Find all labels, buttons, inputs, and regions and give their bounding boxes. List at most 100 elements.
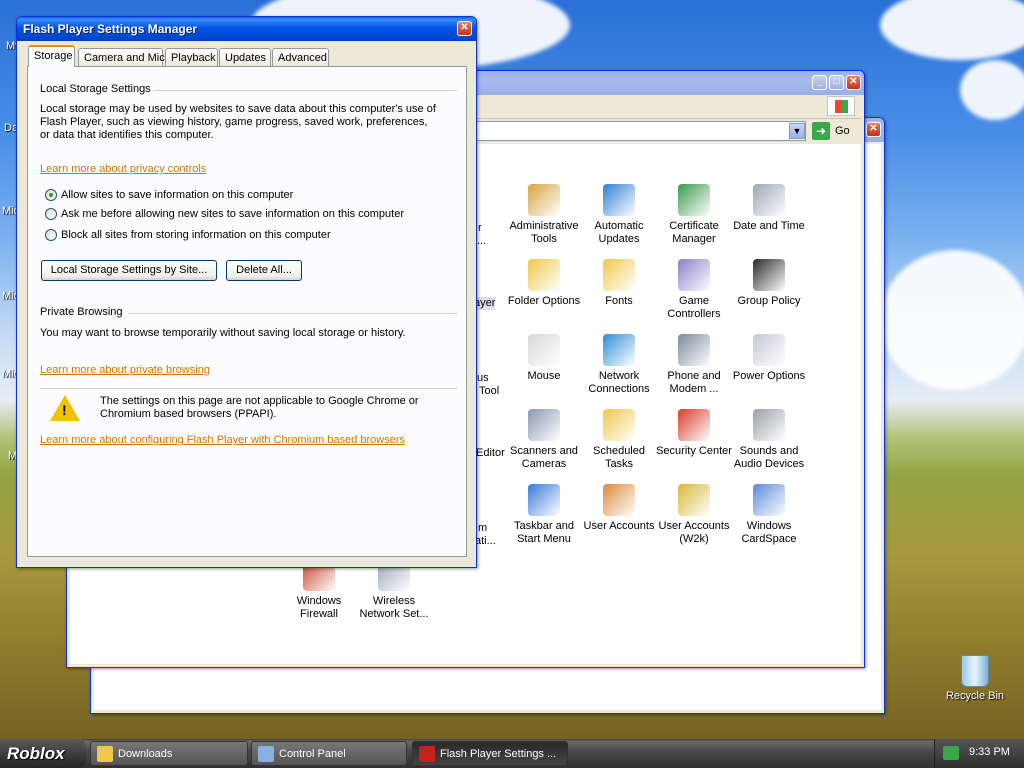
recycle-bin[interactable]: Recycle Bin (940, 655, 1010, 702)
cp-item-label: Security Center (656, 445, 732, 457)
cp-item[interactable]: User Accounts (W2k) (654, 484, 734, 546)
go-arrow-icon[interactable]: ➜ (812, 122, 830, 140)
cp-item-label: Network Connections (588, 370, 650, 395)
delete-all-button[interactable]: Delete All... (226, 260, 302, 281)
minimize-button[interactable]: _ (812, 75, 827, 90)
clock[interactable]: 9:33 PM (969, 746, 1010, 758)
cp-item-label: Power Options (732, 370, 806, 382)
cp-item-label: Administrative Tools (509, 220, 579, 245)
cp-item[interactable]: Folder Options (504, 259, 584, 308)
start-button[interactable]: Roblox (0, 739, 86, 768)
tab-advanced[interactable]: Advanced (272, 48, 329, 67)
folder-icon (97, 746, 113, 762)
cp-item-label: Folder Options (507, 295, 581, 307)
folder-options-icon (528, 259, 560, 291)
network-tray-icon[interactable] (943, 746, 959, 760)
cp-item[interactable]: User Accounts (579, 484, 659, 533)
cp-item[interactable]: Scanners and Cameras (504, 409, 584, 471)
tab-playback[interactable]: Playback (165, 48, 218, 67)
cp-item-label: Windows CardSpace (741, 520, 797, 545)
radio-allow-label: Allow sites to save information on this … (61, 189, 294, 201)
radio-allow[interactable]: Allow sites to save information on this … (45, 189, 293, 201)
clipped-label: m (478, 522, 488, 534)
cp-item[interactable]: Phone and Modem ... (654, 334, 734, 396)
cp-item[interactable]: Windows Firewall (279, 559, 359, 621)
recycle-bin-icon (961, 655, 989, 687)
cp-item-label: User Accounts (W2k) (658, 520, 730, 545)
warning-exclamation: ! (62, 402, 67, 418)
cp-item-label: Phone and Modem ... (667, 370, 721, 395)
cp-item[interactable]: Game Controllers (654, 259, 734, 321)
clipped-label: us (477, 372, 489, 384)
cp-item[interactable]: Security Center (654, 409, 734, 458)
close-button[interactable]: ✕ (846, 75, 861, 90)
cp-item[interactable]: Network Connections (579, 334, 659, 396)
gamepad-icon (678, 259, 710, 291)
radio-allow-indicator[interactable] (45, 189, 57, 201)
private-browsing-link[interactable]: Learn more about private browsing (40, 364, 210, 376)
flash-dialog-titlebar[interactable]: Flash Player Settings Manager (17, 17, 476, 41)
cp-item[interactable]: Taskbar and Start Menu (504, 484, 584, 546)
taskbar: Roblox Downloads Control Panel Flash Pla… (0, 739, 1024, 768)
privacy-controls-link[interactable]: Learn more about privacy controls (40, 163, 206, 175)
cp-item-label: Wireless Network Set... (359, 595, 429, 620)
divider (154, 90, 457, 91)
windows-logo-icon (603, 184, 635, 216)
cp-item-label: Scheduled Tasks (593, 445, 645, 470)
windows-logo-icon (827, 96, 855, 116)
radio-block-label: Block all sites from storing information… (61, 229, 331, 241)
tab-camera-and-mic[interactable]: Camera and Mic (78, 48, 165, 67)
cardspace-icon (753, 484, 785, 516)
taskbar-item-flash-settings[interactable]: Flash Player Settings ... (412, 741, 568, 766)
scanner-icon (528, 409, 560, 441)
radio-block[interactable]: Block all sites from storing information… (45, 229, 331, 241)
taskbar-item-label: Flash Player Settings ... (440, 748, 557, 760)
taskbar-item-control-panel[interactable]: Control Panel (251, 741, 407, 766)
radio-ask[interactable]: Ask me before allowing new sites to save… (45, 208, 404, 220)
go-button[interactable]: Go (835, 125, 850, 137)
maximize-button[interactable]: □ (829, 75, 844, 90)
cp-item[interactable]: Certificate Manager (654, 184, 734, 246)
local-storage-heading: Local Storage Settings (40, 83, 151, 95)
cp-item[interactable]: Scheduled Tasks (579, 409, 659, 471)
cp-item-label: Scanners and Cameras (510, 445, 578, 470)
cp-item[interactable]: Mouse (504, 334, 584, 383)
radio-ask-indicator[interactable] (45, 208, 57, 220)
cp-item[interactable]: Group Policy (729, 259, 809, 308)
cp-item-label: Mouse (527, 370, 561, 382)
cp-item-label: Group Policy (737, 295, 801, 307)
flash-settings-dialog[interactable]: Flash Player Settings Manager ✕ Storage … (16, 16, 477, 568)
flash-close-button[interactable]: ✕ (457, 21, 472, 36)
taskbar-icon (528, 484, 560, 516)
cp-item[interactable]: Date and Time (729, 184, 809, 233)
cp-item[interactable]: Fonts (579, 259, 659, 308)
cp-item-label: Date and Time (733, 220, 805, 232)
cp-item[interactable]: Automatic Updates (579, 184, 659, 246)
tab-updates[interactable]: Updates (219, 48, 271, 67)
clipped-label: ayer (474, 297, 496, 310)
cp-item[interactable]: Wireless Network Set... (354, 559, 434, 621)
local-storage-by-site-button[interactable]: Local Storage Settings by Site... (41, 260, 217, 281)
clock-icon (753, 184, 785, 216)
cp-item[interactable]: Sounds and Audio Devices (729, 409, 809, 471)
cp-item-label: Certificate Manager (669, 220, 719, 245)
chromium-config-link[interactable]: Learn more about configuring Flash Playe… (40, 434, 405, 446)
tab-storage[interactable]: Storage (28, 45, 75, 67)
back-close-button[interactable]: ✕ (866, 122, 881, 137)
cp-item-label: Game Controllers (667, 295, 721, 320)
cp-item[interactable]: Administrative Tools (504, 184, 584, 246)
cp-item[interactable]: Windows CardSpace (729, 484, 809, 546)
private-browsing-heading: Private Browsing (40, 306, 123, 318)
address-dropdown-button[interactable]: ▼ (789, 123, 805, 139)
control-panel-icon (258, 746, 274, 762)
cp-item[interactable]: Power Options (729, 334, 809, 383)
taskbar-item-label: Downloads (118, 748, 173, 760)
group-policy-icon (753, 259, 785, 291)
clipped-label: ati... (475, 535, 496, 547)
shield-icon (678, 409, 710, 441)
local-storage-description: Local storage may be used by websites to… (40, 103, 436, 141)
divider (128, 313, 457, 314)
taskbar-item-downloads[interactable]: Downloads (90, 741, 248, 766)
radio-block-indicator[interactable] (45, 229, 57, 241)
flash-icon (419, 746, 435, 762)
